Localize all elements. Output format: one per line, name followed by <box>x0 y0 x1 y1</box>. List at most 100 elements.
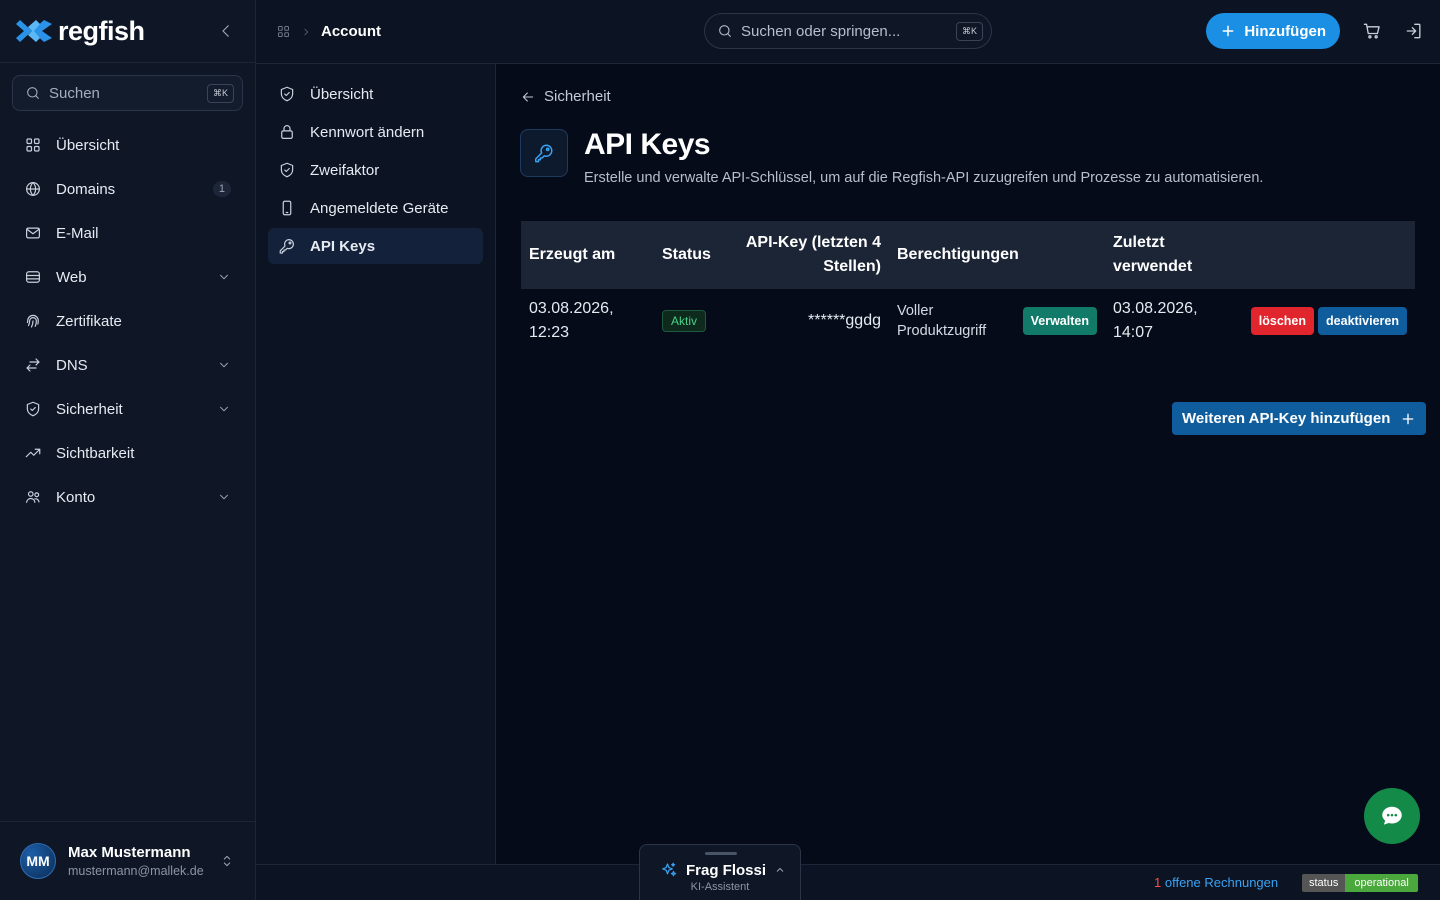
breadcrumb-current[interactable]: Account <box>321 23 381 40</box>
breadcrumb: Account <box>276 23 381 40</box>
assistant-title: Frag Flossi <box>686 861 767 879</box>
open-invoices-label: offene Rechnungen <box>1164 875 1279 890</box>
manage-permissions-button[interactable]: Verwalten <box>1022 307 1097 335</box>
subnav-item-api-keys[interactable]: API Keys <box>268 228 483 264</box>
status-badge-value: operational <box>1345 874 1418 892</box>
domains-count-badge: 1 <box>212 181 231 197</box>
permissions-text: Voller Produktzugriff <box>897 303 987 339</box>
grid-icon <box>24 136 42 154</box>
chevron-down-icon <box>217 358 231 372</box>
search-icon <box>25 85 41 101</box>
subnav-item-zweifaktor[interactable]: Zweifaktor <box>268 152 483 188</box>
sidebar-item-sicherheit[interactable]: Sicherheit <box>12 387 243 431</box>
ai-assistant-panel[interactable]: Frag Flossi KI-Assistent <box>639 844 801 900</box>
back-link-label: Sicherheit <box>544 88 611 105</box>
sparkles-icon <box>660 861 678 879</box>
sidebar-item-zertifikate[interactable]: Zertifikate <box>12 299 243 343</box>
sidebar-item-domains[interactable]: Domains 1 <box>12 167 243 211</box>
add-button[interactable]: Hinzufügen <box>1206 13 1340 49</box>
chevron-left-icon <box>222 25 229 37</box>
shield-check-icon <box>278 161 296 179</box>
regfish-logo-icon <box>16 16 52 46</box>
column-header-created: Erzeugt am <box>529 246 616 263</box>
sidebar-nav: Übersicht Domains 1 E-Mail Web Zertifika… <box>0 123 255 519</box>
sidebar-item-uebersicht[interactable]: Übersicht <box>12 123 243 167</box>
shield-check-icon <box>24 400 42 418</box>
chevron-down-icon <box>217 490 231 504</box>
lock-icon <box>278 123 296 141</box>
subnav-item-geraete[interactable]: Angemeldete Geräte <box>268 190 483 226</box>
actions-cell: löschen deaktivieren <box>1225 289 1415 353</box>
main-content: Sicherheit API Keys Erstelle und verwalt… <box>496 64 1440 864</box>
chevron-down-icon <box>217 270 231 284</box>
subnav-item-kennwort[interactable]: Kennwort ändern <box>268 114 483 150</box>
delete-key-button[interactable]: löschen <box>1250 307 1315 335</box>
chat-button[interactable] <box>1364 788 1420 844</box>
brand-name: regfish <box>58 15 145 46</box>
cart-icon[interactable] <box>1362 21 1382 41</box>
add-api-key-label: Weiteren API-Key hinzufügen <box>1182 410 1391 427</box>
trending-up-icon <box>24 444 42 462</box>
grid-icon[interactable] <box>276 24 291 39</box>
created-cell: 03.08.2026, 12:23 <box>529 300 614 341</box>
shortcut-hint: ⌘K <box>206 83 234 103</box>
table-row: 03.08.2026, 12:23 Aktiv ******ggdg Volle… <box>521 289 1415 353</box>
logout-icon[interactable] <box>1404 21 1424 41</box>
sidebar-item-email[interactable]: E-Mail <box>12 211 243 255</box>
sidebar-item-label: Web <box>56 268 87 286</box>
sidebar-item-web[interactable]: Web <box>12 255 243 299</box>
sidebar-item-label: Domains <box>56 180 116 198</box>
column-header-key: API-Key (letzten 4 Stellen) <box>745 234 881 275</box>
column-header-permissions: Berechtigungen <box>897 246 1019 263</box>
subnav-item-label: API Keys <box>310 237 376 255</box>
sidebar-item-label: Übersicht <box>56 136 120 154</box>
sidebar-search[interactable]: Suchen ⌘K <box>12 75 243 111</box>
shield-check-icon <box>278 85 296 103</box>
page-description: Erstelle und verwalte API-Schlüssel, um … <box>584 170 1264 186</box>
status-badge-key: status <box>1302 874 1346 892</box>
system-status-badge[interactable]: status operational <box>1302 874 1418 892</box>
plus-icon <box>1220 23 1236 39</box>
sidebar-item-label: Konto <box>56 488 96 506</box>
key-icon <box>278 237 296 255</box>
status-badge: Aktiv <box>662 310 707 332</box>
drag-handle[interactable] <box>705 852 737 855</box>
sidebar-item-konto[interactable]: Konto <box>12 475 243 519</box>
user-menu[interactable]: MM Max Mustermann mustermann@mallek.de <box>0 821 255 900</box>
sidebar-item-sichtbarkeit[interactable]: Sichtbarkeit <box>12 431 243 475</box>
sidebar-item-label: Zertifikate <box>56 312 122 330</box>
user-email: mustermann@mallek.de <box>68 864 204 878</box>
permissions-cell: Voller Produktzugriff Verwalten <box>889 289 1105 353</box>
subnav-item-uebersicht[interactable]: Übersicht <box>268 76 483 112</box>
sidebar-item-dns[interactable]: DNS <box>12 343 243 387</box>
brand-logo[interactable]: regfish <box>16 16 145 47</box>
column-header-status: Status <box>662 246 711 263</box>
mail-icon <box>24 224 42 242</box>
server-icon <box>24 268 42 286</box>
assistant-header: Frag Flossi <box>660 861 786 879</box>
open-invoices-link[interactable]: 1 offene Rechnungen <box>1154 875 1278 890</box>
shortcut-hint: ⌘K <box>955 21 983 41</box>
assistant-subtitle: KI-Assistent <box>690 881 750 893</box>
add-button-label: Hinzufügen <box>1244 22 1326 40</box>
add-api-key-button[interactable]: Weiteren API-Key hinzufügen <box>1172 402 1427 435</box>
global-search-placeholder: Suchen oder springen... <box>741 22 901 40</box>
api-keys-table: Erzeugt am Status API-Key (letzten 4 Ste… <box>521 221 1415 353</box>
page-title: API Keys <box>584 128 711 161</box>
account-subnav: Übersicht Kennwort ändern Zweifaktor Ang… <box>256 64 496 864</box>
deactivate-key-button[interactable]: deaktivieren <box>1318 307 1407 335</box>
subnav-item-label: Angemeldete Geräte <box>310 199 449 217</box>
chevron-up-down-icon <box>219 853 235 869</box>
globe-icon <box>24 180 42 198</box>
chevron-up-icon <box>774 864 786 876</box>
top-actions: Hinzufügen <box>1206 13 1424 49</box>
collapse-sidebar-button[interactable] <box>213 18 239 44</box>
global-search-input[interactable]: Suchen oder springen... ⌘K <box>704 13 992 49</box>
sidebar-item-label: Sichtbarkeit <box>56 444 135 462</box>
last-used-cell: 03.08.2026, 14:07 <box>1113 300 1198 341</box>
back-link[interactable]: Sicherheit <box>520 88 611 105</box>
brand-bar: regfish <box>0 0 255 63</box>
arrow-left-icon <box>520 89 536 105</box>
avatar: MM <box>20 843 56 879</box>
sidebar-item-label: Sicherheit <box>56 400 123 418</box>
